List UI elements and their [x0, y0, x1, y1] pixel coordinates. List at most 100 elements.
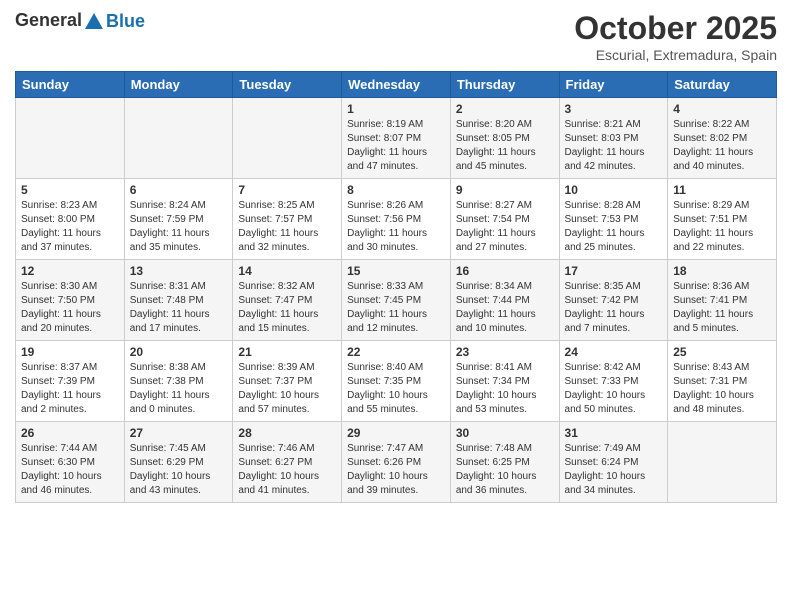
day-info: Sunrise: 7:48 AMSunset: 6:25 PMDaylight:… — [456, 442, 554, 498]
day-number: 13 — [130, 264, 228, 278]
day-number: 3 — [565, 102, 663, 116]
calendar-week-1: 1Sunrise: 8:19 AMSunset: 8:07 PMDaylight… — [16, 98, 777, 179]
day-info: Sunrise: 8:34 AMSunset: 7:44 PMDaylight:… — [456, 280, 554, 336]
day-number: 15 — [347, 264, 445, 278]
day-info: Sunrise: 8:25 AMSunset: 7:57 PMDaylight:… — [238, 199, 336, 255]
calendar-cell: 12Sunrise: 8:30 AMSunset: 7:50 PMDayligh… — [16, 260, 125, 341]
day-number: 21 — [238, 345, 336, 359]
calendar-cell — [124, 98, 233, 179]
logo-blue: Blue — [106, 11, 145, 31]
day-number: 16 — [456, 264, 554, 278]
calendar-week-2: 5 Sunrise: 8:23 AMSunset: 8:00 PMDaylight… — [16, 179, 777, 260]
day-number: 23 — [456, 345, 554, 359]
day-info: Sunrise: 7:45 AMSunset: 6:29 PMDaylight:… — [130, 442, 228, 498]
calendar-header-row: Sunday Monday Tuesday Wednesday Thursday… — [16, 72, 777, 98]
calendar-cell: 23 Sunrise: 8:41 AMSunset: 7:34 PMDayligh… — [450, 341, 559, 422]
col-friday: Friday — [559, 72, 668, 98]
calendar-cell: 1Sunrise: 8:19 AMSunset: 8:07 PMDaylight… — [342, 98, 451, 179]
day-info: Sunrise: 8:29 AMSunset: 7:51 PMDaylight:… — [673, 199, 771, 255]
calendar-cell: 13 Sunrise: 8:31 AMSunset: 7:48 PMDayligh… — [124, 260, 233, 341]
day-info: Sunrise: 8:36 AMSunset: 7:41 PMDaylight:… — [673, 280, 771, 336]
calendar-cell: 29Sunrise: 7:47 AMSunset: 6:26 PMDayligh… — [342, 422, 451, 503]
calendar-cell: 19Sunrise: 8:37 AMSunset: 7:39 PMDayligh… — [16, 341, 125, 422]
calendar-cell: 11 Sunrise: 8:29 AMSunset: 7:51 PMDayligh… — [668, 179, 777, 260]
calendar-cell: 3 Sunrise: 8:21 AMSunset: 8:03 PMDaylight… — [559, 98, 668, 179]
day-number: 19 — [21, 345, 119, 359]
calendar-cell: 14 Sunrise: 8:32 AMSunset: 7:47 PMDayligh… — [233, 260, 342, 341]
day-number: 11 — [673, 183, 771, 197]
day-info: Sunrise: 8:21 AMSunset: 8:03 PMDaylight:… — [565, 118, 663, 174]
calendar-cell: 21 Sunrise: 8:39 AMSunset: 7:37 PMDayligh… — [233, 341, 342, 422]
day-number: 14 — [238, 264, 336, 278]
calendar-week-5: 26 Sunrise: 7:44 AMSunset: 6:30 PMDayligh… — [16, 422, 777, 503]
calendar-cell: 16 Sunrise: 8:34 AMSunset: 7:44 PMDayligh… — [450, 260, 559, 341]
calendar-cell: 28Sunrise: 7:46 AMSunset: 6:27 PMDayligh… — [233, 422, 342, 503]
calendar-table: Sunday Monday Tuesday Wednesday Thursday… — [15, 71, 777, 503]
calendar-cell — [16, 98, 125, 179]
day-number: 24 — [565, 345, 663, 359]
calendar-cell: 15Sunrise: 8:33 AMSunset: 7:45 PMDayligh… — [342, 260, 451, 341]
day-number: 9 — [456, 183, 554, 197]
day-info: Sunrise: 8:43 AMSunset: 7:31 PMDaylight:… — [673, 361, 771, 417]
col-tuesday: Tuesday — [233, 72, 342, 98]
month-title: October 2025 — [574, 10, 777, 47]
day-number: 10 — [565, 183, 663, 197]
day-info: Sunrise: 8:32 AMSunset: 7:47 PMDaylight:… — [238, 280, 336, 336]
day-number: 20 — [130, 345, 228, 359]
day-number: 22 — [347, 345, 445, 359]
calendar-cell: 20 Sunrise: 8:38 AMSunset: 7:38 PMDayligh… — [124, 341, 233, 422]
day-info: Sunrise: 8:27 AMSunset: 7:54 PMDaylight:… — [456, 199, 554, 255]
calendar-cell: 30 Sunrise: 7:48 AMSunset: 6:25 PMDayligh… — [450, 422, 559, 503]
day-info: Sunrise: 8:20 AMSunset: 8:05 PMDaylight:… — [456, 118, 554, 174]
logo-icon — [83, 11, 105, 33]
day-info: Sunrise: 8:38 AMSunset: 7:38 PMDaylight:… — [130, 361, 228, 417]
day-number: 8 — [347, 183, 445, 197]
day-number: 6 — [130, 183, 228, 197]
day-number: 4 — [673, 102, 771, 116]
calendar-cell: 17Sunrise: 8:35 AMSunset: 7:42 PMDayligh… — [559, 260, 668, 341]
day-info: Sunrise: 8:42 AMSunset: 7:33 PMDaylight:… — [565, 361, 663, 417]
location-title: Escurial, Extremadura, Spain — [574, 47, 777, 63]
day-info: Sunrise: 8:26 AMSunset: 7:56 PMDaylight:… — [347, 199, 445, 255]
calendar-week-3: 12Sunrise: 8:30 AMSunset: 7:50 PMDayligh… — [16, 260, 777, 341]
calendar-cell: 2 Sunrise: 8:20 AMSunset: 8:05 PMDaylight… — [450, 98, 559, 179]
logo: General Blue — [15, 10, 145, 33]
day-info: Sunrise: 8:30 AMSunset: 7:50 PMDaylight:… — [21, 280, 119, 336]
col-monday: Monday — [124, 72, 233, 98]
day-number: 29 — [347, 426, 445, 440]
calendar-cell: 7 Sunrise: 8:25 AMSunset: 7:57 PMDaylight… — [233, 179, 342, 260]
day-info: Sunrise: 8:31 AMSunset: 7:48 PMDaylight:… — [130, 280, 228, 336]
calendar-cell: 9 Sunrise: 8:27 AMSunset: 7:54 PMDaylight… — [450, 179, 559, 260]
day-info: Sunrise: 8:24 AMSunset: 7:59 PMDaylight:… — [130, 199, 228, 255]
day-number: 2 — [456, 102, 554, 116]
title-block: October 2025 Escurial, Extremadura, Spai… — [574, 10, 777, 63]
day-info: Sunrise: 8:23 AMSunset: 8:00 PMDaylight:… — [21, 199, 119, 255]
col-thursday: Thursday — [450, 72, 559, 98]
day-number: 5 — [21, 183, 119, 197]
day-number: 30 — [456, 426, 554, 440]
day-info: Sunrise: 8:22 AMSunset: 8:02 PMDaylight:… — [673, 118, 771, 174]
day-number: 1 — [347, 102, 445, 116]
day-number: 17 — [565, 264, 663, 278]
col-wednesday: Wednesday — [342, 72, 451, 98]
day-info: Sunrise: 8:40 AMSunset: 7:35 PMDaylight:… — [347, 361, 445, 417]
col-saturday: Saturday — [668, 72, 777, 98]
day-info: Sunrise: 7:49 AMSunset: 6:24 PMDaylight:… — [565, 442, 663, 498]
day-info: Sunrise: 8:41 AMSunset: 7:34 PMDaylight:… — [456, 361, 554, 417]
calendar-week-4: 19Sunrise: 8:37 AMSunset: 7:39 PMDayligh… — [16, 341, 777, 422]
day-number: 7 — [238, 183, 336, 197]
day-info: Sunrise: 8:28 AMSunset: 7:53 PMDaylight:… — [565, 199, 663, 255]
day-number: 18 — [673, 264, 771, 278]
calendar-cell — [668, 422, 777, 503]
calendar-cell: 31Sunrise: 7:49 AMSunset: 6:24 PMDayligh… — [559, 422, 668, 503]
calendar-cell: 24 Sunrise: 8:42 AMSunset: 7:33 PMDayligh… — [559, 341, 668, 422]
day-info: Sunrise: 8:39 AMSunset: 7:37 PMDaylight:… — [238, 361, 336, 417]
calendar-cell: 5 Sunrise: 8:23 AMSunset: 8:00 PMDaylight… — [16, 179, 125, 260]
day-number: 26 — [21, 426, 119, 440]
calendar-cell: 18 Sunrise: 8:36 AMSunset: 7:41 PMDayligh… — [668, 260, 777, 341]
day-info: Sunrise: 7:44 AMSunset: 6:30 PMDaylight:… — [21, 442, 119, 498]
day-number: 25 — [673, 345, 771, 359]
col-sunday: Sunday — [16, 72, 125, 98]
logo-general: General — [15, 10, 82, 30]
calendar-cell: 10 Sunrise: 8:28 AMSunset: 7:53 PMDayligh… — [559, 179, 668, 260]
